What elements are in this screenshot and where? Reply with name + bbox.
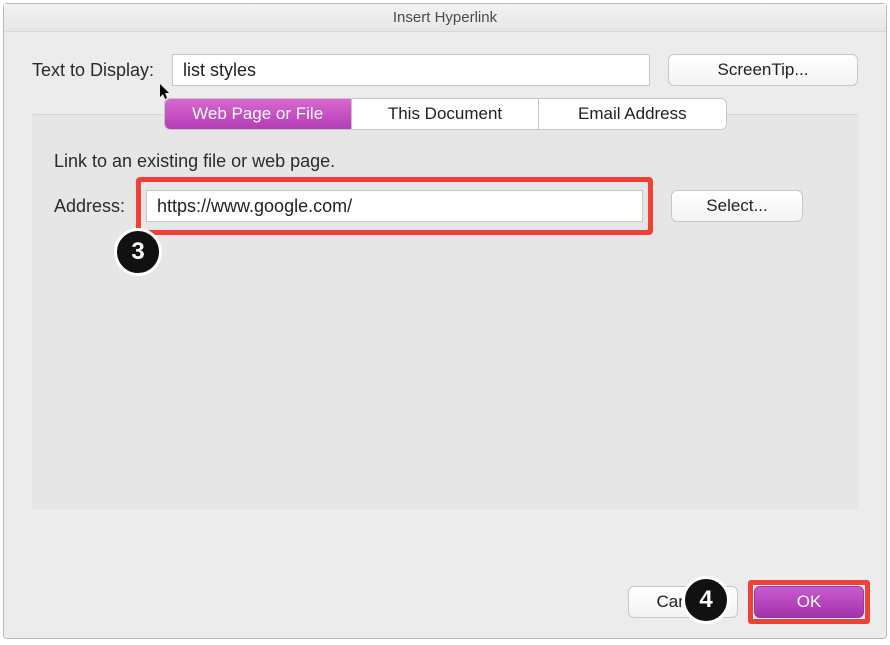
dialog-titlebar: Insert Hyperlink <box>4 4 886 32</box>
link-type-tabs: Web Page or File This Document Email Add… <box>164 98 727 130</box>
address-input-wrap <box>146 190 643 222</box>
address-row: Address: Select... <box>54 190 836 222</box>
screentip-button[interactable]: ScreenTip... <box>668 54 858 86</box>
tab-this-document[interactable]: This Document <box>352 99 539 129</box>
tab-email-address[interactable]: Email Address <box>539 99 725 129</box>
panel-instruction: Link to an existing file or web page. <box>54 151 836 172</box>
dialog-content: Text to Display: ScreenTip... Web Page o… <box>4 32 886 509</box>
tab-web-page-or-file[interactable]: Web Page or File <box>165 99 352 129</box>
select-file-button[interactable]: Select... <box>671 190 803 222</box>
dialog-footer: Cancel OK <box>628 586 864 618</box>
dialog-title: Insert Hyperlink <box>393 9 497 26</box>
address-label: Address: <box>54 196 136 217</box>
text-display-label: Text to Display: <box>32 60 154 81</box>
cancel-button[interactable]: Cancel <box>628 586 738 618</box>
ok-button[interactable]: OK <box>754 586 864 618</box>
ok-button-wrap: OK <box>754 586 864 618</box>
text-display-row: Text to Display: ScreenTip... <box>32 54 858 86</box>
link-type-panel: Web Page or File This Document Email Add… <box>32 114 858 509</box>
insert-hyperlink-dialog: Insert Hyperlink Text to Display: Screen… <box>3 3 887 639</box>
text-display-input[interactable] <box>172 54 650 86</box>
address-input[interactable] <box>146 190 643 222</box>
